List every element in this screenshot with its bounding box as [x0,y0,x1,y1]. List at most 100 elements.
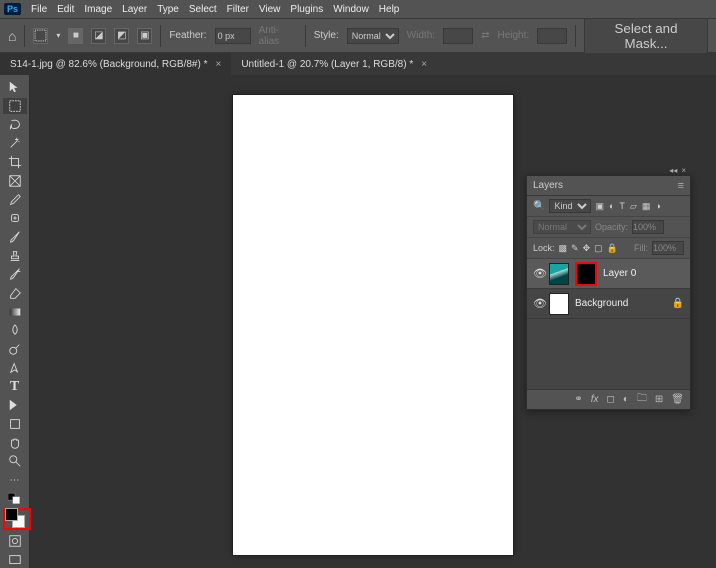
lock-paint-icon[interactable]: ✎ [571,243,579,254]
filter-adjust-icon[interactable]: ◐ [609,201,614,212]
select-and-mask-button[interactable]: Select and Mask... [584,18,708,54]
fill-input [652,241,684,255]
history-brush-tool[interactable] [3,266,27,283]
gradient-tool[interactable] [3,303,27,320]
fx-icon[interactable]: fx [591,394,599,405]
heal-tool[interactable] [3,210,27,227]
delete-icon[interactable]: 🗑 [671,394,684,405]
close-icon[interactable]: × [421,59,427,70]
layers-panel: ◂◂× Layers ≡ 🔍 Kind ▣ ◐ T ▱ ▦ ◑ Normal O… [526,175,691,410]
layer-thumbnail[interactable] [549,263,569,285]
foreground-color-swatch[interactable] [5,508,18,521]
menu-layer[interactable]: Layer [122,4,147,15]
move-tool[interactable] [3,79,27,96]
blur-tool[interactable] [3,322,27,339]
height-input [537,28,567,44]
layer-mask-thumbnail[interactable] [575,262,597,286]
color-swatches[interactable] [3,506,27,530]
style-label: Style: [314,30,339,41]
filter-kind-select[interactable]: Kind [549,199,591,213]
intersect-selection-icon[interactable]: ▣ [137,28,152,44]
lock-trans-icon[interactable]: ▩ [559,243,568,254]
stamp-tool[interactable] [3,247,27,264]
feather-input[interactable] [215,28,251,44]
tab-document-2[interactable]: Untitled-1 @ 20.7% (Layer 1, RGB/8) * × [231,53,437,75]
visibility-icon[interactable]: 👁 [533,297,543,310]
close-icon[interactable]: × [215,59,221,70]
fill-label: Fill: [634,243,648,253]
layer-thumbnail[interactable] [549,293,569,315]
blend-mode-select[interactable]: Normal [533,220,591,234]
lock-pos-icon[interactable]: ✥ [583,243,591,254]
layer-row[interactable]: 👁 Layer 0 [527,259,690,289]
menu-help[interactable]: Help [379,4,400,15]
shape-tool[interactable] [3,416,27,433]
antialias-label: Anti-alias [259,25,297,47]
height-label: Height: [497,30,529,41]
menu-bar: Ps File Edit Image Layer Type Select Fil… [0,0,716,18]
filter-smart-icon[interactable]: ▦ [642,201,651,212]
new-layer-icon[interactable]: ⊞ [655,394,663,405]
eraser-tool[interactable] [3,285,27,302]
default-colors-icon[interactable] [3,494,27,504]
marquee-preset-icon[interactable] [33,28,48,44]
layer-name[interactable]: Layer 0 [603,268,684,279]
path-tool[interactable] [3,397,27,414]
filter-shape-icon[interactable]: ▱ [630,201,637,212]
link-layers-icon[interactable]: ⚭ [574,394,582,405]
panel-title: Layers [533,180,563,191]
close-icon[interactable]: × [681,166,686,175]
pen-tool[interactable] [3,360,27,377]
quickmask-tool[interactable] [3,532,27,549]
layer-row[interactable]: 👁 Background 🔒 [527,289,690,319]
menu-type[interactable]: Type [157,4,179,15]
zoom-tool[interactable] [3,453,27,470]
menu-plugins[interactable]: Plugins [290,4,323,15]
tab-document-1[interactable]: S14-1.jpg @ 82.6% (Background, RGB/8#) *… [0,53,231,75]
new-selection-icon[interactable]: ■ [68,28,83,44]
panel-menu-icon[interactable]: ≡ [678,180,684,192]
visibility-icon[interactable]: 👁 [533,267,543,280]
marquee-tool[interactable] [3,98,27,115]
chevron-down-icon[interactable]: ▾ [56,31,60,40]
toolbox: T ⋯ [0,75,30,568]
dodge-tool[interactable] [3,341,27,358]
menu-file[interactable]: File [31,4,47,15]
add-mask-icon[interactable]: ◻ [607,394,615,405]
menu-select[interactable]: Select [189,4,217,15]
type-tool[interactable]: T [3,378,27,395]
width-label: Width: [407,30,435,41]
collapse-icon[interactable]: ◂◂ [669,166,677,175]
swap-icon: ⇄ [481,30,489,41]
add-selection-icon[interactable]: ◪ [91,28,106,44]
screen-mode-tool[interactable] [3,551,27,568]
group-icon[interactable]: 🗀 [637,391,647,408]
filter-type-icon[interactable]: T [619,201,625,212]
subtract-selection-icon[interactable]: ◩ [114,28,129,44]
brush-tool[interactable] [3,229,27,246]
filter-toggle-icon[interactable]: ◑ [655,201,660,212]
width-input [443,28,473,44]
menu-image[interactable]: Image [84,4,112,15]
home-icon[interactable]: ⌂ [8,28,16,44]
document-canvas[interactable] [233,95,513,555]
lock-artboard-icon[interactable]: ▢ [594,243,603,254]
menu-view[interactable]: View [259,4,281,15]
wand-tool[interactable] [3,135,27,152]
menu-edit[interactable]: Edit [57,4,74,15]
hand-tool[interactable] [3,434,27,451]
layer-list: 👁 Layer 0 👁 Background 🔒 [527,259,690,319]
crop-tool[interactable] [3,154,27,171]
menu-window[interactable]: Window [333,4,369,15]
layer-name[interactable]: Background [575,298,666,309]
more-tools[interactable]: ⋯ [3,472,27,489]
lock-all-icon[interactable]: 🔒 [607,243,618,254]
style-select[interactable]: Normal [347,28,399,44]
filter-pixel-icon[interactable]: ▣ [595,201,604,212]
adjustment-icon[interactable]: ◐ [623,394,629,405]
lasso-tool[interactable] [3,116,27,133]
frame-tool[interactable] [3,173,27,190]
menu-filter[interactable]: Filter [227,4,249,15]
eyedropper-tool[interactable] [3,191,27,208]
opacity-label: Opacity: [595,222,628,232]
